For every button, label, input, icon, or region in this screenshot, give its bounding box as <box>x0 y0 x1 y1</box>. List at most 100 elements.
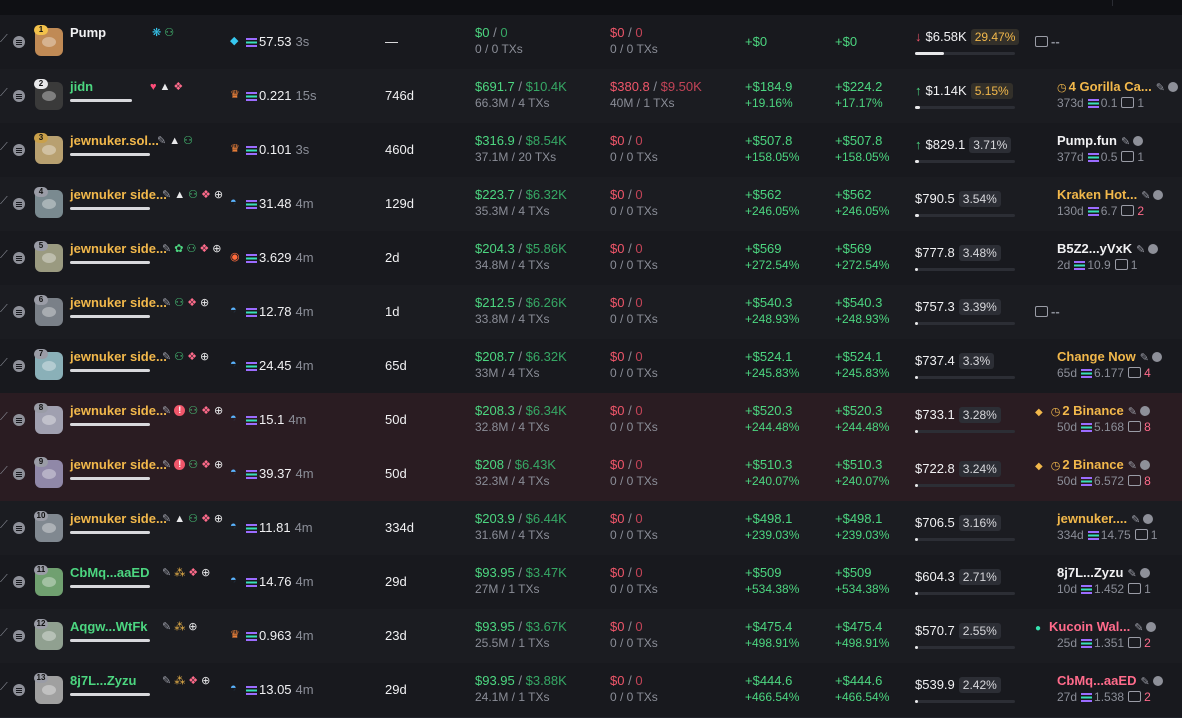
table-row[interactable]: ⟋ 4 jewnuker side... ✎ ▲ ⚇ ❖ ⊕ ◓ 31.48 4m 129d $223.… <box>0 177 1182 232</box>
info-icon[interactable] <box>1152 676 1163 686</box>
funding-label[interactable]: CbMq...aaED <box>1057 673 1136 688</box>
pencil-icon[interactable]: ✎ <box>1136 244 1145 256</box>
info-icon[interactable] <box>1167 82 1178 92</box>
pencil-icon[interactable]: ✎ <box>162 674 171 687</box>
funding-label[interactable]: 2 Binance <box>1062 457 1123 472</box>
trader-name[interactable]: jewnuker side... <box>70 349 167 364</box>
info-icon[interactable] <box>1148 244 1159 254</box>
pencil-icon[interactable]: ✎ <box>162 512 171 525</box>
pencil-icon[interactable]: ✎ <box>1141 190 1150 202</box>
info-icon[interactable] <box>1139 406 1150 416</box>
pencil-icon[interactable]: ✎ <box>1128 460 1137 472</box>
funding-cell[interactable]: ● Kucoin Wal... ✎ 25d 1.351 2 <box>1035 619 1157 650</box>
row-menu-button[interactable] <box>13 90 25 102</box>
row-menu-button[interactable] <box>13 522 25 534</box>
row-menu-button[interactable] <box>13 36 25 48</box>
pencil-icon[interactable]: ✎ <box>157 134 166 147</box>
info-icon[interactable] <box>1153 190 1164 200</box>
pencil-icon[interactable]: ✎ <box>1121 136 1130 148</box>
funding-cell[interactable]: -- <box>1035 34 1060 49</box>
trader-name[interactable]: jidn <box>70 79 93 94</box>
sol-balance: 0.101 3s <box>246 142 309 157</box>
trader-name[interactable]: jewnuker side... <box>70 511 167 526</box>
pencil-icon[interactable]: ✎ <box>162 458 171 471</box>
table-row[interactable]: ⟋ 11 CbMq...aaED ✎ ⁂ ❖ ⊕ ◓ 14.76 4m 29d $93.95 / $3… <box>0 555 1182 610</box>
row-menu-button[interactable] <box>13 630 25 642</box>
table-row[interactable]: ⟋ 10 jewnuker side... ✎ ▲ ⚇ ❖ ⊕ ◓ 11.81 4m 334d $203… <box>0 501 1182 556</box>
row-menu-button[interactable] <box>13 684 25 696</box>
pencil-icon[interactable]: ✎ <box>1140 352 1149 364</box>
trader-name[interactable]: jewnuker.sol... <box>70 133 159 148</box>
funding-label[interactable]: 4 Gorilla Ca... <box>1069 79 1152 94</box>
funding-cell[interactable]: B5Z2...yVxK ✎ 2d 10.9 1 <box>1035 241 1159 272</box>
trader-name[interactable]: CbMq...aaED <box>70 565 149 580</box>
funding-cell[interactable]: -- <box>1035 304 1060 319</box>
table-row[interactable]: ⟋ 12 Aqgw...WtFk ✎ ⁂ ⊕ ♛ 0.963 4m 23d $93.95 / $3.… <box>0 609 1182 664</box>
table-row[interactable]: ⟋ 6 jewnuker side... ✎ ⚇ ❖ ⊕ ◓ 12.78 4m 1d $212.5 /… <box>0 285 1182 340</box>
pencil-icon[interactable]: ✎ <box>162 188 171 201</box>
row-menu-button[interactable] <box>13 144 25 156</box>
info-icon[interactable] <box>1139 460 1150 470</box>
funding-cell[interactable]: jewnuker.... ✎ 334d 14.75 1 <box>1035 511 1157 542</box>
info-icon[interactable] <box>1151 352 1162 362</box>
info-icon[interactable] <box>1139 568 1150 578</box>
pencil-icon[interactable]: ✎ <box>1156 82 1165 94</box>
funding-cell[interactable]: ◆ ◷ 2 Binance ✎ 50d 6.572 8 <box>1035 457 1151 488</box>
row-menu-button[interactable] <box>13 252 25 264</box>
pencil-icon[interactable]: ✎ <box>162 242 171 255</box>
pencil-icon[interactable]: ✎ <box>1128 406 1137 418</box>
funding-cell[interactable]: 8j7L...Zyzu ✎ 10d 1.452 1 <box>1035 565 1151 596</box>
trader-name[interactable]: Aqgw...WtFk <box>70 619 148 634</box>
pencil-icon[interactable]: ✎ <box>162 350 171 363</box>
row-menu-button[interactable] <box>13 414 25 426</box>
table-row[interactable]: ⟋ 13 8j7L...Zyzu ✎ ⁂ ❖ ⊕ ◓ 13.05 4m 29d $93.95 / $3… <box>0 663 1182 718</box>
row-menu-button[interactable] <box>13 360 25 372</box>
funding-label[interactable]: -- <box>1051 304 1060 319</box>
pencil-icon[interactable]: ✎ <box>162 404 171 417</box>
funding-cell[interactable]: ◆ ◷ 2 Binance ✎ 50d 5.168 8 <box>1035 403 1151 434</box>
funding-label[interactable]: B5Z2...yVxK <box>1057 241 1132 256</box>
funding-cell[interactable]: ◷ 4 Gorilla Ca... ✎ 373d 0.1 1 <box>1035 79 1178 110</box>
funding-label[interactable]: Kraken Hot... <box>1057 187 1137 202</box>
trader-name[interactable]: jewnuker side... <box>70 241 167 256</box>
table-row[interactable]: ⟋ 2 jidn ♥ ▲ ❖ ♛ 0.221 15s 746d $691.7 / $10.4K 66.… <box>0 69 1182 124</box>
pencil-icon[interactable]: ✎ <box>1140 676 1149 688</box>
info-icon[interactable] <box>1133 136 1144 146</box>
pencil-icon[interactable]: ✎ <box>162 296 171 309</box>
row-menu-button[interactable] <box>13 468 25 480</box>
trader-name[interactable]: jewnuker side... <box>70 457 167 472</box>
table-row[interactable]: ⟋ 8 jewnuker side... ✎! ⚇ ❖ ⊕ ◓ 15.1 4m 50d $208.3 … <box>0 393 1182 448</box>
table-row[interactable]: ⟋ 5 jewnuker side... ✎ ✿ ⚇ ❖ ⊕ ◉ 3.629 4m 2d $204.3 … <box>0 231 1182 286</box>
trader-name[interactable]: jewnuker side... <box>70 403 167 418</box>
funding-cell[interactable]: CbMq...aaED ✎ 27d 1.538 2 <box>1035 673 1163 704</box>
solana-icon <box>1081 423 1093 432</box>
trader-name[interactable]: 8j7L...Zyzu <box>70 673 136 688</box>
funding-label[interactable]: Change Now <box>1057 349 1136 364</box>
table-row[interactable]: ⟋ 3 jewnuker.sol... ✎ ▲ ⚇ ♛ 0.101 3s 460d $316.9 /… <box>0 123 1182 178</box>
funding-cell[interactable]: Change Now ✎ 65d 6.177 4 <box>1035 349 1162 380</box>
funding-label[interactable]: 8j7L...Zyzu <box>1057 565 1123 580</box>
table-row[interactable]: ⟋ 1 Pump ❋ ⚇ ◆ 57.53 3s — $0 / 0 0 / 0 TXs $0 / 0 0 … <box>0 15 1182 70</box>
pencil-icon[interactable]: ✎ <box>1134 622 1143 634</box>
funding-label[interactable]: Kucoin Wal... <box>1049 619 1130 634</box>
trader-name[interactable]: jewnuker side... <box>70 295 167 310</box>
trader-name[interactable]: jewnuker side... <box>70 187 167 202</box>
info-icon[interactable] <box>1143 514 1154 524</box>
trader-name[interactable]: Pump <box>70 25 106 40</box>
pencil-icon[interactable]: ✎ <box>1131 514 1140 526</box>
table-row[interactable]: ⟋ 9 jewnuker side... ✎! ⚇ ❖ ⊕ ◓ 39.37 4m 50d $208 /… <box>0 447 1182 502</box>
pencil-icon[interactable]: ✎ <box>162 620 171 633</box>
pencil-icon[interactable]: ✎ <box>1127 568 1136 580</box>
row-menu-button[interactable] <box>13 306 25 318</box>
row-menu-button[interactable] <box>13 198 25 210</box>
funding-label[interactable]: -- <box>1051 34 1060 49</box>
row-menu-button[interactable] <box>13 576 25 588</box>
funding-label[interactable]: 2 Binance <box>1062 403 1123 418</box>
funding-cell[interactable]: Pump.fun ✎ 377d 0.5 1 <box>1035 133 1144 164</box>
funding-label[interactable]: Pump.fun <box>1057 133 1117 148</box>
funding-label[interactable]: jewnuker.... <box>1057 511 1127 526</box>
info-icon[interactable] <box>1146 622 1157 632</box>
pencil-icon[interactable]: ✎ <box>162 566 171 579</box>
funding-cell[interactable]: Kraken Hot... ✎ 130d 6.7 2 <box>1035 187 1164 218</box>
table-row[interactable]: ⟋ 7 jewnuker side... ✎ ⚇ ❖ ⊕ ◓ 24.45 4m 65d $208.7 … <box>0 339 1182 394</box>
